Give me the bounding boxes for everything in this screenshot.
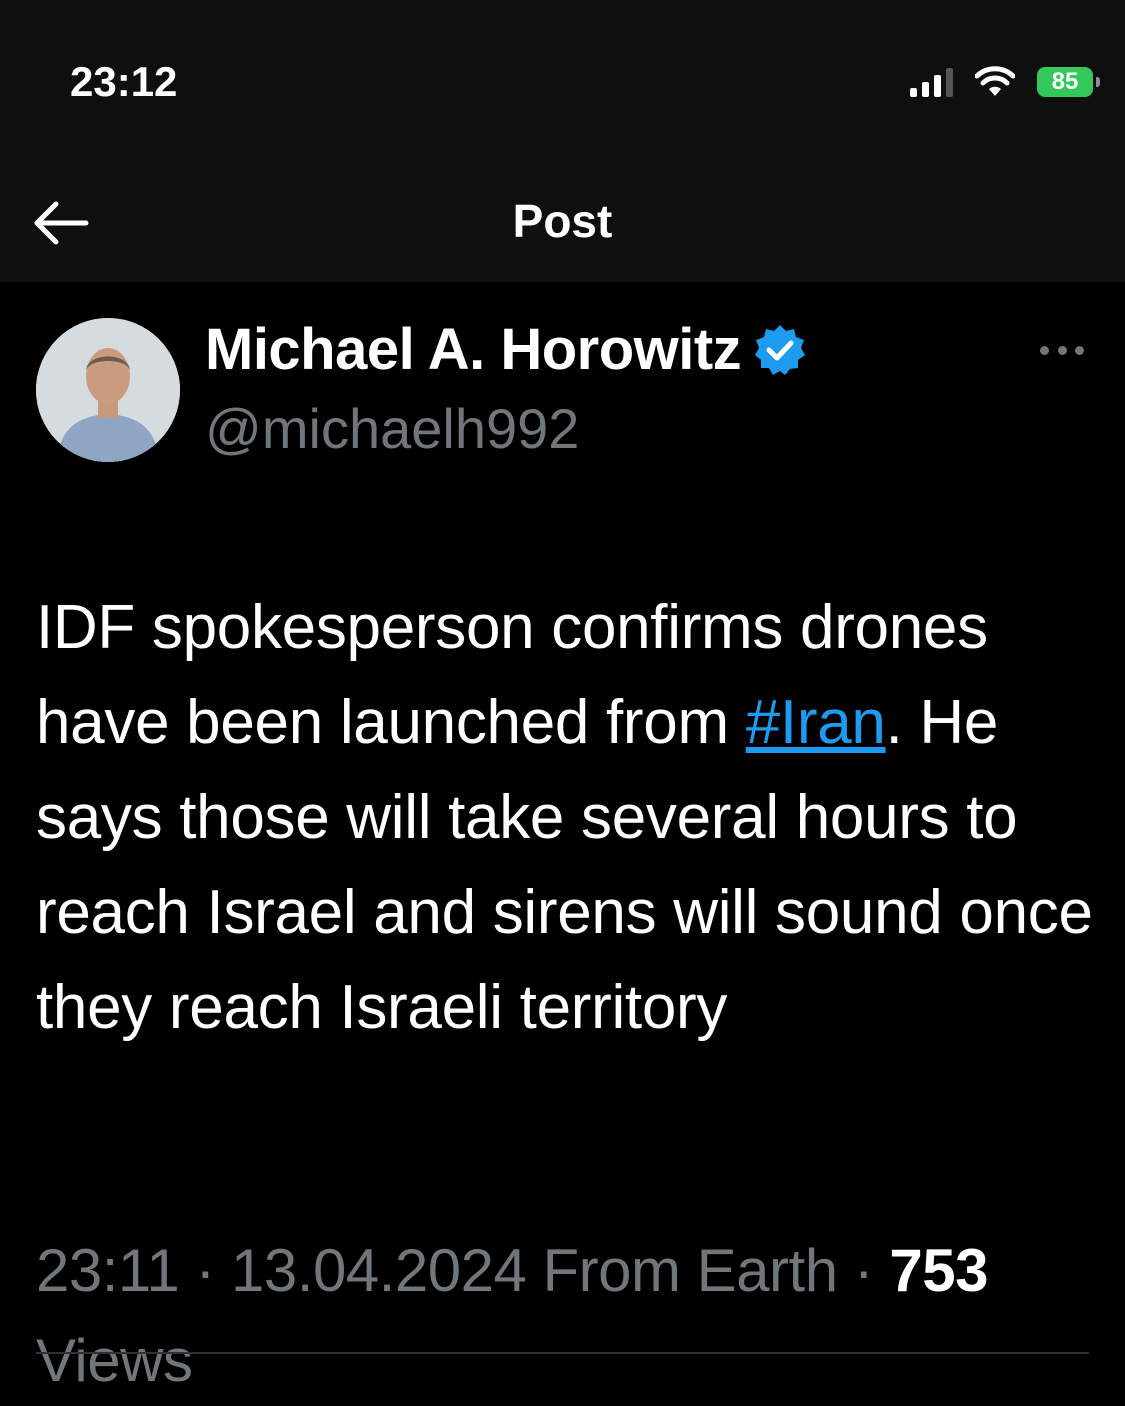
hashtag-link[interactable]: #Iran bbox=[746, 688, 886, 757]
post-text: IDF spokesperson confirms drones have be… bbox=[36, 580, 1096, 1055]
battery-charging-icon: 85 bbox=[1037, 67, 1100, 97]
author-name[interactable]: Michael A. Horowitz bbox=[205, 316, 742, 383]
battery-level: 85 bbox=[1051, 68, 1079, 95]
status-icons: 85 bbox=[910, 62, 1100, 102]
divider bbox=[36, 1352, 1089, 1354]
meta-separator: · bbox=[195, 1237, 215, 1304]
status-bar: 23:12 85 bbox=[0, 0, 1125, 170]
avatar-image bbox=[36, 318, 180, 462]
post-time[interactable]: 23:11 bbox=[36, 1237, 180, 1304]
status-time: 23:12 bbox=[70, 58, 178, 105]
nav-bar: Post bbox=[0, 170, 1125, 282]
author-handle[interactable]: @michaelh992 bbox=[205, 396, 579, 461]
more-options-icon[interactable] bbox=[1040, 340, 1084, 360]
author-name-row[interactable]: Michael A. Horowitz bbox=[205, 316, 807, 383]
post-source: From Earth bbox=[542, 1237, 839, 1304]
wifi-icon bbox=[975, 66, 1015, 96]
verified-badge-icon bbox=[755, 324, 806, 375]
views-label[interactable]: Views bbox=[36, 1327, 193, 1394]
avatar[interactable] bbox=[36, 318, 180, 462]
meta-separator: · bbox=[853, 1237, 874, 1304]
page-title: Post bbox=[512, 195, 613, 247]
views-count[interactable]: 753 bbox=[889, 1237, 988, 1304]
cellular-signal-icon bbox=[910, 67, 953, 97]
post-date[interactable]: 13.04.2024 bbox=[231, 1237, 527, 1304]
post-meta: 23:11 · 13.04.2024 From Earth · 753 View… bbox=[36, 1226, 1096, 1406]
